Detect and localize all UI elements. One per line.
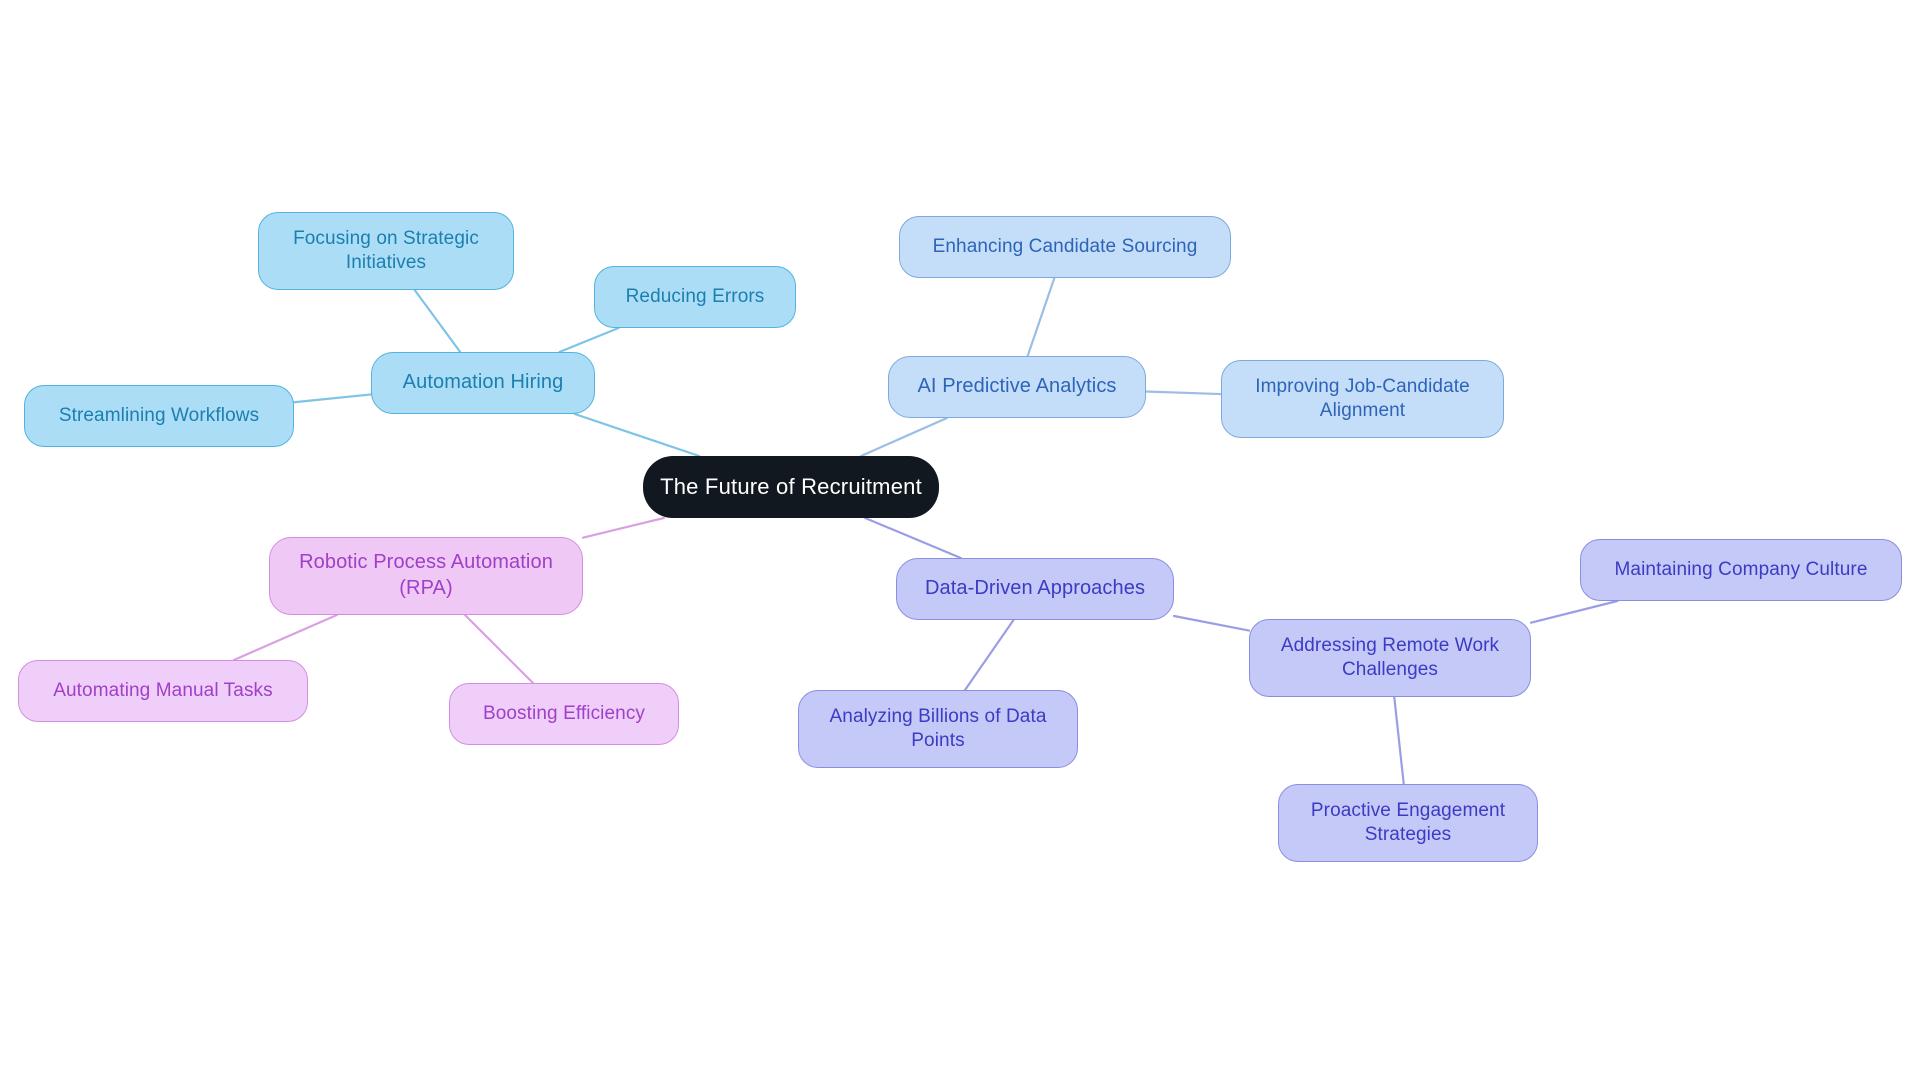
edge-root-to-automation-hiring [573,412,701,458]
node-label: Proactive Engagement Strategies [1310,799,1506,845]
edge-ai-predictive-analytics-to-enhancing-candidate-sourcing [1026,276,1056,358]
node-label: Focusing on Strategic Initiatives [293,227,479,273]
edge-root-to-robotic-process-automation-rpa [581,516,665,539]
edge-data-driven-approaches-to-addressing-remote-work-challenges [1172,614,1251,632]
mindmap-node-ai-predictive-analytics[interactable]: AI Predictive Analytics [888,356,1146,418]
mindmap-node-focusing-on-strategic-initiatives[interactable]: Focusing on Strategic Initiatives [258,212,514,290]
edge-robotic-process-automation-rpa-to-boosting-efficiency [463,613,535,685]
mindmap-node-automating-manual-tasks[interactable]: Automating Manual Tasks [18,660,308,722]
node-label: Enhancing Candidate Sourcing [932,235,1198,257]
mindmap-node-addressing-remote-work-challenges[interactable]: Addressing Remote Work Challenges [1249,619,1531,697]
node-label: Automation Hiring [402,371,564,394]
mindmap-canvas: The Future of Recruitment Automation Hiri… [0,0,1920,1083]
edge-ai-predictive-analytics-to-improving-job-candidate-alignment [1144,390,1223,396]
mindmap-node-analyzing-billions-of-data-points[interactable]: Analyzing Billions of Data Points [798,690,1078,768]
node-label: Streamlining Workflows [58,404,260,426]
mindmap-node-robotic-process-automation-rpa[interactable]: Robotic Process Automation (RPA) [269,537,583,615]
node-label: Analyzing Billions of Data Points [829,705,1047,751]
mindmap-root-node[interactable]: The Future of Recruitment [643,456,939,518]
mindmap-node-automation-hiring[interactable]: Automation Hiring [371,352,595,414]
edge-automation-hiring-to-streamlining-workflows [292,393,373,404]
mindmap-node-enhancing-candidate-sourcing[interactable]: Enhancing Candidate Sourcing [899,216,1231,278]
edge-addressing-remote-work-challenges-to-proactive-engagement-strategies [1393,695,1405,786]
edge-automation-hiring-to-focusing-on-strategic-initiatives [413,288,462,354]
edge-root-to-data-driven-approaches [864,516,962,560]
node-label: Robotic Process Automation (RPA) [299,551,553,599]
mindmap-node-boosting-efficiency[interactable]: Boosting Efficiency [449,683,679,745]
node-label: Improving Job-Candidate Alignment [1255,375,1470,421]
edge-automation-hiring-to-reducing-errors [558,326,620,354]
edge-root-to-ai-predictive-analytics [859,416,949,458]
edge-data-driven-approaches-to-analyzing-billions-of-data-points [963,618,1015,692]
node-label: AI Predictive Analytics [917,375,1117,398]
mindmap-node-proactive-engagement-strategies[interactable]: Proactive Engagement Strategies [1278,784,1538,862]
node-label: Boosting Efficiency [482,702,646,724]
edge-robotic-process-automation-rpa-to-automating-manual-tasks [232,613,338,662]
node-label: The Future of Recruitment [660,473,922,499]
node-label: Data-Driven Approaches [924,577,1146,600]
mindmap-node-reducing-errors[interactable]: Reducing Errors [594,266,796,328]
mindmap-node-data-driven-approaches[interactable]: Data-Driven Approaches [896,558,1174,620]
mindmap-node-improving-job-candidate-alignment[interactable]: Improving Job-Candidate Alignment [1221,360,1504,438]
edge-addressing-remote-work-challenges-to-maintaining-company-culture [1529,599,1619,624]
node-label: Automating Manual Tasks [53,679,273,701]
mindmap-node-maintaining-company-culture[interactable]: Maintaining Company Culture [1580,539,1902,601]
node-label: Maintaining Company Culture [1614,558,1868,580]
node-label: Reducing Errors [625,285,765,307]
mindmap-node-streamlining-workflows[interactable]: Streamlining Workflows [24,385,294,447]
node-label: Addressing Remote Work Challenges [1280,634,1500,680]
